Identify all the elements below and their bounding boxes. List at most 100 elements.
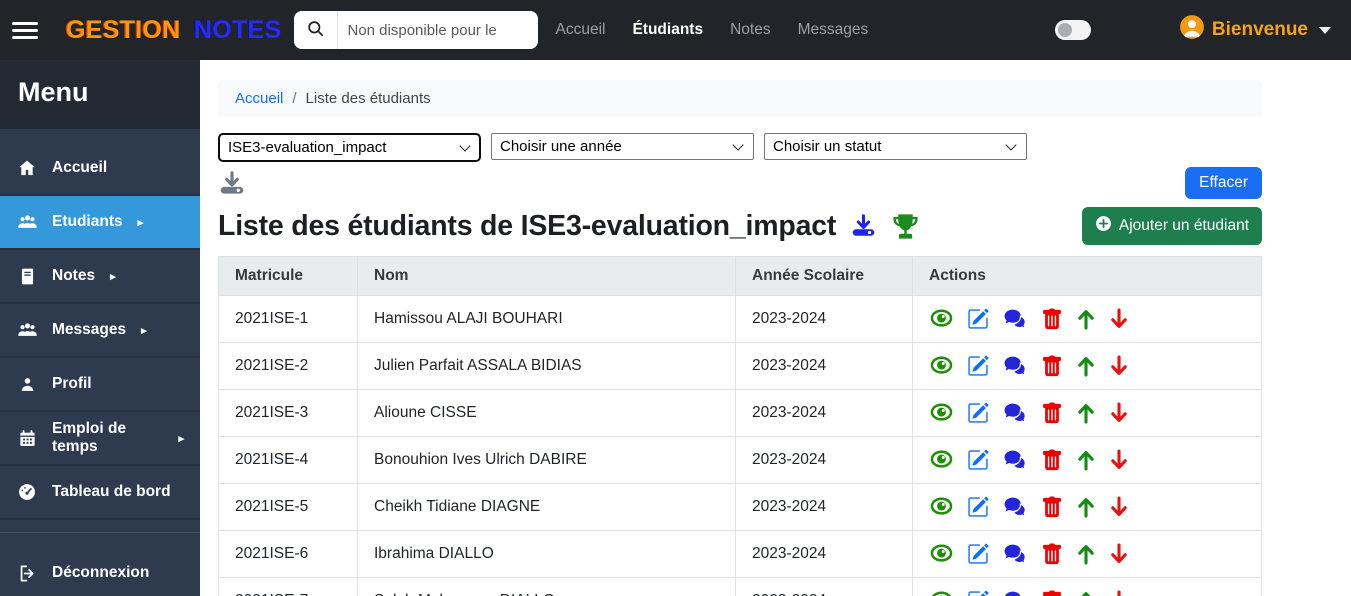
theme-toggle[interactable] [1055, 20, 1091, 40]
sidebar-item-label: Messages [52, 321, 126, 339]
cell-matricule: 2021ISE-1 [219, 296, 358, 343]
chevron-down-icon [1319, 27, 1331, 34]
sidebar-item-label: Notes [52, 267, 95, 285]
view-icon[interactable] [929, 308, 954, 330]
sidebar-item-label: Profil [52, 375, 92, 393]
view-icon[interactable] [929, 355, 954, 377]
search-button[interactable] [294, 11, 338, 49]
person-icon [16, 375, 38, 394]
sidebar-title: Menu [0, 60, 200, 129]
move-up-icon[interactable] [1076, 354, 1096, 378]
nav-link-notes[interactable]: Notes [730, 21, 771, 39]
users-icon [16, 320, 38, 341]
view-icon[interactable] [929, 496, 954, 518]
edit-icon[interactable] [967, 496, 989, 518]
row-actions [929, 542, 1245, 566]
sidebar-item-emploi-de-temps[interactable]: Emploi de temps ▸ [0, 412, 200, 466]
cell-annee-scolaire: 2023-2024 [736, 484, 913, 531]
chevron-right-icon: ▸ [138, 216, 144, 229]
year-select[interactable]: Choisir une année [491, 133, 754, 160]
move-up-icon[interactable] [1076, 307, 1096, 331]
toolbar-row: Effacer [218, 166, 1262, 200]
cell-annee-scolaire: 2023-2024 [736, 390, 913, 437]
move-down-icon[interactable] [1109, 354, 1129, 378]
move-down-icon[interactable] [1109, 307, 1129, 331]
delete-icon[interactable] [1041, 355, 1063, 378]
sidebar-item-profil[interactable]: Profil [0, 358, 200, 412]
edit-icon[interactable] [967, 449, 989, 471]
move-up-icon[interactable] [1076, 401, 1096, 425]
row-actions [929, 354, 1245, 378]
move-down-icon[interactable] [1109, 589, 1129, 596]
status-select[interactable]: Choisir un statut [764, 133, 1027, 160]
sidebar-item-etudiants[interactable]: Etudiants ▸ [0, 196, 200, 250]
navbar-search [294, 11, 538, 49]
row-actions [929, 307, 1245, 331]
move-up-icon[interactable] [1076, 542, 1096, 566]
delete-icon[interactable] [1041, 449, 1063, 472]
clear-filters-button[interactable]: Effacer [1185, 167, 1262, 199]
cell-annee-scolaire: 2023-2024 [736, 531, 913, 578]
class-select[interactable]: ISE3-evaluation_impact [218, 133, 481, 162]
cell-actions [913, 437, 1262, 484]
cell-matricule: 2021ISE-6 [219, 531, 358, 578]
breadcrumb-home-link[interactable]: Accueil [235, 90, 283, 107]
comments-icon[interactable] [1002, 308, 1028, 331]
add-student-button[interactable]: Ajouter un étudiant [1082, 207, 1262, 245]
sidebar-item-messages[interactable]: Messages ▸ [0, 304, 200, 358]
comments-icon[interactable] [1002, 402, 1028, 425]
hamburger-menu-icon[interactable] [12, 22, 38, 39]
delete-icon[interactable] [1041, 590, 1063, 596]
comments-icon[interactable] [1002, 543, 1028, 566]
cell-nom: Salah Mahamane DIALLO [358, 578, 736, 596]
delete-icon[interactable] [1041, 496, 1063, 519]
search-input[interactable] [338, 11, 538, 49]
trophy-icon[interactable] [891, 212, 920, 241]
sidebar-item-deconnexion[interactable]: Déconnexion [0, 546, 200, 596]
delete-icon[interactable] [1041, 308, 1063, 331]
table-row: 2021ISE-7 Salah Mahamane DIALLO 2023-202… [219, 578, 1262, 596]
edit-icon[interactable] [967, 308, 989, 330]
move-down-icon[interactable] [1109, 401, 1129, 425]
edit-icon[interactable] [967, 543, 989, 565]
comments-icon[interactable] [1002, 590, 1028, 596]
page-title: Liste des étudiants de ISE3-evaluation_i… [218, 210, 836, 243]
move-down-icon[interactable] [1109, 542, 1129, 566]
move-up-icon[interactable] [1076, 495, 1096, 519]
sidebar-item-accueil[interactable]: Accueil [0, 142, 200, 196]
export-students-icon[interactable] [850, 213, 877, 239]
comments-icon[interactable] [1002, 496, 1028, 519]
user-menu[interactable]: Bienvenue [1179, 14, 1331, 46]
sidebar-item-notes[interactable]: Notes ▸ [0, 250, 200, 304]
cell-nom: Julien Parfait ASSALA BIDIAS [358, 343, 736, 390]
move-down-icon[interactable] [1109, 495, 1129, 519]
row-actions [929, 448, 1245, 472]
table-row: 2021ISE-6 Ibrahima DIALLO 2023-2024 [219, 531, 1262, 578]
comments-icon[interactable] [1002, 449, 1028, 472]
sidebar-item-label: Tableau de bord [52, 483, 171, 501]
delete-icon[interactable] [1041, 543, 1063, 566]
cell-annee-scolaire: 2023-2024 [736, 437, 913, 484]
edit-icon[interactable] [967, 590, 989, 596]
sidebar-item-tableau-de-bord[interactable]: Tableau de bord [0, 466, 200, 520]
view-icon[interactable] [929, 543, 954, 565]
move-down-icon[interactable] [1109, 448, 1129, 472]
edit-icon[interactable] [967, 402, 989, 424]
move-up-icon[interactable] [1076, 589, 1096, 596]
view-icon[interactable] [929, 590, 954, 596]
table-header-row: Matricule Nom Année Scolaire Actions [219, 257, 1262, 296]
header-actions: Actions [913, 257, 1262, 296]
edit-icon[interactable] [967, 355, 989, 377]
cell-nom: Hamissou ALAJI BOUHARI [358, 296, 736, 343]
app-brand[interactable]: GESTION NOTES [66, 16, 282, 45]
users-icon [16, 212, 38, 233]
download-list-icon[interactable] [218, 170, 246, 197]
nav-link-accueil[interactable]: Accueil [556, 21, 606, 39]
view-icon[interactable] [929, 449, 954, 471]
move-up-icon[interactable] [1076, 448, 1096, 472]
delete-icon[interactable] [1041, 402, 1063, 425]
view-icon[interactable] [929, 402, 954, 424]
nav-link-etudiants[interactable]: Étudiants [632, 21, 703, 39]
comments-icon[interactable] [1002, 355, 1028, 378]
nav-link-messages[interactable]: Messages [798, 21, 869, 39]
